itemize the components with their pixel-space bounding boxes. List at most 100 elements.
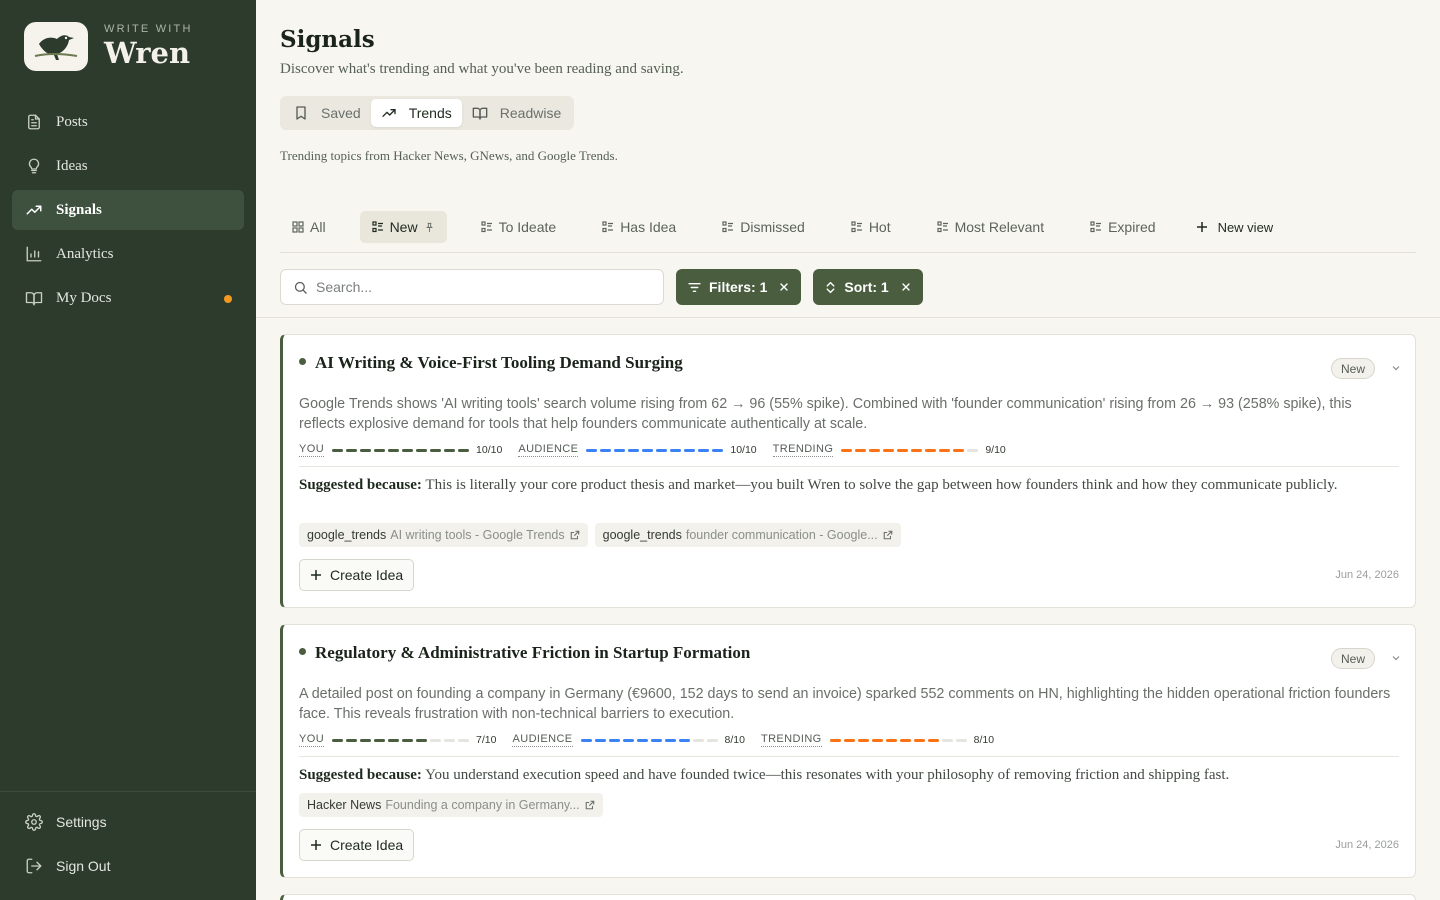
chevron-down-icon[interactable] — [1391, 363, 1401, 373]
signal-card[interactable]: Regulatory & Administrative Friction in … — [280, 624, 1416, 878]
external-link-icon — [883, 530, 893, 540]
segment-readwise[interactable]: Readwise — [462, 99, 571, 127]
score-dash — [656, 448, 668, 452]
score-dash — [628, 448, 640, 452]
create-idea-button[interactable]: Create Idea — [299, 559, 415, 591]
source-link[interactable]: Hacker News Founding a company in German… — [299, 793, 603, 817]
card-divider — [299, 466, 1399, 467]
clear-sort-icon[interactable] — [901, 282, 911, 292]
score-dash — [444, 448, 456, 452]
score-label: YOU — [299, 733, 325, 747]
score-dash — [642, 448, 654, 452]
score-dash — [670, 448, 682, 452]
signal-card[interactable]: AI Writing & Voice-First Tooling Demand … — [280, 334, 1416, 608]
view-tab-label: Most Relevant — [954, 219, 1045, 235]
sign-out-icon — [24, 856, 44, 876]
score-dash — [346, 738, 358, 742]
score-label: AUDIENCE — [518, 443, 579, 457]
page-subtitle: Discover what's trending and what you've… — [280, 61, 684, 77]
score-dash — [939, 448, 951, 452]
source-name: Hacker News — [307, 798, 382, 812]
score-dash — [580, 738, 592, 742]
view-tab-most-relevant[interactable]: Most Relevant — [925, 211, 1056, 243]
sidebar-item-analytics[interactable]: Analytics — [12, 234, 244, 274]
list-icon — [602, 221, 614, 233]
sort-label: Sort: 1 — [844, 279, 889, 295]
toolbar-divider — [256, 317, 1440, 318]
view-tab-all[interactable]: All — [280, 211, 338, 243]
sidebar-item-label: Posts — [56, 113, 88, 130]
view-tab-to-ideate[interactable]: To Ideate — [469, 211, 569, 243]
sign-out-button[interactable]: Sign Out — [12, 846, 244, 886]
sort-chip[interactable]: Sort: 1 — [813, 269, 923, 305]
score-dash — [346, 448, 358, 452]
new-view-label: New view — [1217, 219, 1274, 235]
status-badge: New — [1330, 648, 1375, 669]
bar-chart-icon — [24, 244, 44, 264]
signal-title[interactable]: AI Writing & Voice-First Tooling Demand … — [315, 353, 683, 373]
book-icon — [24, 288, 44, 308]
score-label: TRENDING — [772, 443, 834, 457]
score-dash — [941, 738, 953, 742]
segment-trends[interactable]: Trends — [370, 99, 462, 127]
signal-card[interactable] — [280, 894, 1416, 900]
because-label: Suggested because: — [299, 477, 422, 493]
status-dot — [299, 357, 306, 365]
sidebar-item-my-docs[interactable]: My Docs — [12, 278, 244, 318]
view-tab-label: All — [310, 219, 326, 235]
brand[interactable]: WRITE WITH Wren — [24, 22, 193, 71]
score-trending: TRENDING 9/10 — [772, 443, 1006, 457]
sidebar-item-label: My Docs — [56, 289, 112, 306]
chevron-down-icon[interactable] — [1391, 653, 1401, 663]
sidebar-item-signals[interactable]: Signals — [12, 190, 244, 230]
suggested-because: Suggested because: This is literally you… — [299, 475, 1394, 495]
sidebar-item-label: Signals — [56, 201, 102, 218]
view-tab-has-idea[interactable]: Has Idea — [590, 211, 688, 243]
score-row: YOU 7/10 AUDIENCE 8/10 TRENDING 8/10 — [299, 733, 1010, 747]
score-meter — [580, 738, 721, 742]
settings-button[interactable]: Settings — [12, 802, 244, 842]
view-tab-expired[interactable]: Expired — [1078, 211, 1167, 243]
view-tab-hot[interactable]: Hot — [839, 211, 903, 243]
filters-label: Filters: 1 — [709, 279, 768, 295]
score-audience: AUDIENCE 8/10 — [512, 733, 745, 747]
brand-name: Wren — [104, 36, 191, 70]
create-idea-label: Create Idea — [330, 567, 404, 583]
create-idea-button[interactable]: Create Idea — [299, 829, 415, 861]
score-dash — [664, 738, 676, 742]
source-title: founder communication - Google... — [685, 528, 878, 542]
score-dash — [967, 448, 979, 452]
score-dash — [360, 738, 372, 742]
plus-icon — [310, 839, 322, 851]
new-view-button[interactable]: New view — [1190, 211, 1274, 243]
score-dash — [841, 448, 853, 452]
because-text: This is literally your core product thes… — [421, 477, 1338, 493]
score-dash — [899, 738, 911, 742]
view-tab-new[interactable]: New — [359, 211, 447, 243]
sidebar-item-label: Analytics — [56, 245, 114, 262]
score-dash — [678, 738, 690, 742]
filters-chip[interactable]: Filters: 1 — [676, 269, 802, 305]
search-input[interactable] — [316, 279, 636, 295]
score-dash — [608, 738, 620, 742]
segment-saved[interactable]: Saved — [283, 99, 371, 127]
sidebar-item-posts[interactable]: Posts — [12, 102, 244, 142]
score-dash — [614, 448, 626, 452]
score-label: AUDIENCE — [512, 733, 573, 747]
sidebar: WRITE WITH Wren Posts Ideas Signals Anal… — [0, 0, 256, 900]
bookmark-icon — [293, 105, 309, 121]
score-dash — [650, 738, 662, 742]
search-icon — [293, 280, 308, 295]
source-link[interactable]: google_trends founder communication - Go… — [594, 523, 901, 547]
pin-icon[interactable] — [424, 222, 435, 233]
view-tab-dismissed[interactable]: Dismissed — [710, 211, 817, 243]
clear-filters-icon[interactable] — [779, 282, 789, 292]
source-link[interactable]: google_trends AI writing tools - Google … — [299, 523, 588, 547]
view-tab-label: Has Idea — [620, 219, 677, 235]
score-dash — [684, 448, 696, 452]
sidebar-item-ideas[interactable]: Ideas — [12, 146, 244, 186]
score-dash — [955, 738, 967, 742]
score-dash — [332, 448, 344, 452]
score-dash — [600, 448, 612, 452]
signal-title[interactable]: Regulatory & Administrative Friction in … — [315, 643, 750, 663]
